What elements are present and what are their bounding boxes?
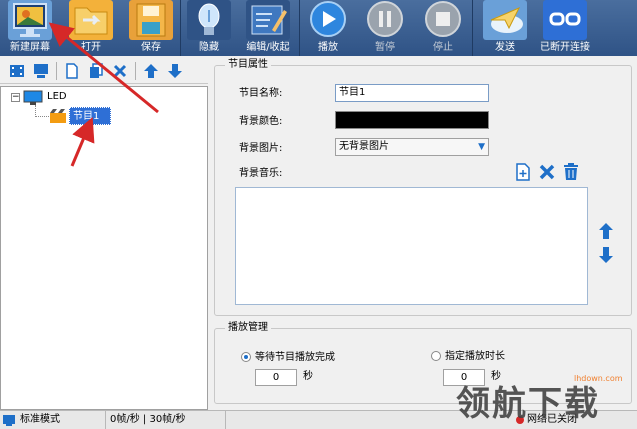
play-icon [306, 0, 350, 40]
tree-root-label[interactable]: LED [47, 91, 67, 102]
new-screen-label: 新建屏幕 [10, 42, 50, 53]
watermark-brand: 领航下载 [456, 384, 600, 424]
properties-panel: 节目属性 节目名称: 节目1 背景颜色: 背景图片: 无背景图片 ▼ 背景音乐:… [208, 58, 637, 410]
pause-icon [363, 0, 407, 40]
add-music-icon[interactable] [515, 163, 531, 181]
status-mode: 标准模式 [16, 410, 106, 429]
edit-collapse-button[interactable]: 编辑/收起 [237, 0, 299, 56]
new-screen-button[interactable]: 新建屏幕 [0, 0, 60, 56]
specify-option-label[interactable]: 指定播放时长 [445, 351, 505, 363]
open-button[interactable]: 打开 [60, 0, 122, 56]
save-button[interactable]: 保存 [122, 0, 180, 56]
trash-icon[interactable] [563, 163, 579, 181]
screen-icon[interactable] [32, 62, 50, 80]
tree-toolbar-separator [135, 61, 136, 80]
send-button[interactable]: 发送 [473, 0, 537, 56]
play-button[interactable]: 播放 [300, 0, 356, 56]
tree-program-item[interactable]: 节目1 [69, 107, 111, 125]
program-name-input[interactable]: 节目1 [335, 84, 489, 102]
send-label: 发送 [495, 42, 515, 53]
wait-seconds-input[interactable]: 0 [255, 369, 297, 386]
stop-icon [421, 0, 465, 40]
edit-collapse-label: 编辑/收起 [246, 42, 290, 53]
hide-label: 隐藏 [199, 42, 219, 53]
music-list[interactable] [235, 187, 588, 305]
open-label: 打开 [81, 42, 101, 53]
pause-label: 暂停 [375, 42, 395, 53]
move-up-icon[interactable] [142, 62, 160, 80]
chevron-down-icon: ▼ [478, 142, 485, 152]
tree-toolbar [0, 58, 208, 84]
wait-seconds-unit: 秒 [303, 371, 313, 382]
led-screen-icon [23, 90, 43, 105]
wait-radio[interactable] [241, 352, 251, 362]
send-cloud-icon [483, 0, 527, 40]
hide-button[interactable]: 隐藏 [181, 0, 237, 56]
wait-option-label[interactable]: 等待节目播放完成 [255, 352, 335, 364]
bg-image-select[interactable]: 无背景图片 ▼ [335, 138, 489, 156]
bg-color-label: 背景颜色: [239, 116, 283, 127]
music-down-icon[interactable] [599, 247, 613, 263]
music-up-icon[interactable] [599, 223, 613, 239]
remove-music-icon[interactable] [539, 164, 555, 180]
save-icon [129, 0, 173, 40]
bg-color-picker[interactable] [335, 111, 489, 129]
radio-dot [244, 355, 248, 359]
folder-open-icon [69, 0, 113, 40]
playback-title: 播放管理 [225, 322, 271, 334]
bg-image-label: 背景图片: [239, 143, 283, 154]
edit-pencil-icon [246, 0, 290, 40]
status-fps: 0帧/秒 | 30帧/秒 [106, 410, 226, 429]
lightbulb-icon [187, 0, 231, 40]
delete-icon[interactable] [111, 62, 129, 80]
program-properties-title: 节目属性 [225, 59, 271, 71]
pause-button[interactable]: 暂停 [356, 0, 414, 56]
stop-button[interactable]: 停止 [414, 0, 472, 56]
save-label: 保存 [141, 42, 161, 53]
link-broken-icon [543, 0, 587, 40]
program-tree: − LED 节目1 [0, 86, 208, 410]
disconnect-button[interactable]: 已断开连接 [537, 0, 593, 56]
disconnect-label: 已断开连接 [540, 42, 590, 53]
play-label: 播放 [318, 42, 338, 53]
copy-page-icon[interactable] [87, 62, 105, 80]
program-clapper-icon [49, 109, 67, 123]
bg-music-label: 背景音乐: [239, 168, 283, 179]
main-toolbar: 新建屏幕 打开 保存 隐藏 编辑/收起 播放 暂停 停止 发送 已断开连接 [0, 0, 637, 56]
film-icon[interactable] [8, 62, 26, 80]
add-page-icon[interactable] [63, 62, 81, 80]
specify-radio[interactable] [431, 351, 441, 361]
status-icon [2, 413, 16, 427]
monitor-icon [8, 0, 52, 40]
tree-toolbar-separator [56, 61, 57, 80]
stop-label: 停止 [433, 42, 453, 53]
move-down-icon[interactable] [166, 62, 184, 80]
program-properties-group: 节目属性 节目名称: 节目1 背景颜色: 背景图片: 无背景图片 ▼ 背景音乐: [214, 59, 632, 316]
tree-connector [35, 116, 49, 117]
bg-image-value: 无背景图片 [339, 141, 389, 152]
program-name-label: 节目名称: [239, 88, 283, 99]
tree-collapse-toggle[interactable]: − [11, 93, 20, 102]
